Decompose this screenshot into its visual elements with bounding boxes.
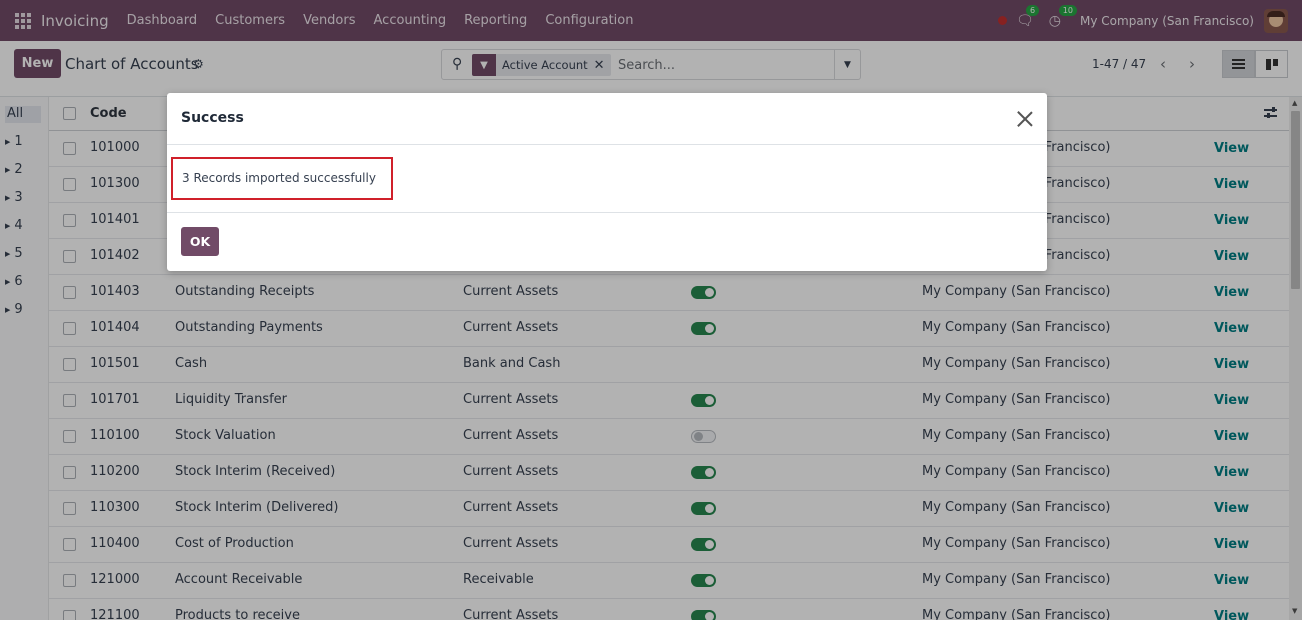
ok-button[interactable]: OK [181, 227, 219, 256]
close-icon[interactable] [1016, 110, 1033, 127]
dialog-title: Success [181, 110, 244, 126]
dialog-message: 3 Records imported successfully [182, 171, 376, 185]
success-dialog: Success 3 Records imported successfully … [167, 93, 1047, 271]
dialog-header: Success [167, 93, 1047, 145]
message-highlight: 3 Records imported successfully [171, 157, 393, 200]
dialog-body: 3 Records imported successfully [167, 145, 1047, 213]
